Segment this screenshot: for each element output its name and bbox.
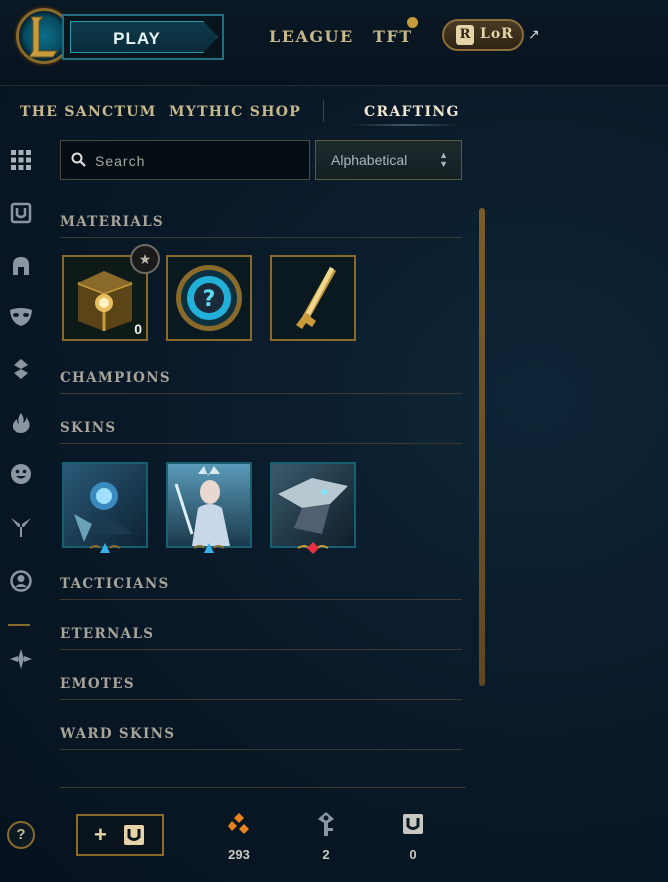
mythic-essence-icon: [401, 812, 425, 841]
search-input[interactable]: [95, 151, 295, 171]
icon-filter-icon[interactable]: [8, 568, 34, 594]
star-badge-icon: ★: [130, 244, 160, 274]
section-skins[interactable]: SKINS: [60, 420, 116, 436]
active-tab-underline: [350, 124, 460, 126]
skin-tile-2[interactable]: [166, 462, 252, 553]
search-box[interactable]: [60, 140, 310, 180]
section-divider: [60, 599, 462, 600]
section-champions[interactable]: CHAMPIONS: [60, 370, 171, 386]
skin-art-2: [168, 464, 250, 546]
skin-art-3: [272, 464, 354, 546]
section-emotes[interactable]: EMOTES: [60, 676, 135, 692]
notification-dot: [407, 17, 418, 28]
help-button[interactable]: ?: [7, 821, 35, 849]
orange-essence-icon: [227, 812, 251, 841]
material-tile-key[interactable]: [270, 255, 356, 341]
nav-tft[interactable]: TFT: [373, 27, 413, 46]
updown-arrows-icon: ▲ ▼: [439, 150, 448, 169]
mystery-orb-icon: ?: [168, 257, 250, 339]
svg-text:?: ?: [203, 287, 216, 312]
add-essence-button[interactable]: +: [76, 814, 164, 856]
mythic-essence-icon: [122, 823, 146, 852]
section-tacticians[interactable]: TACTICIANS: [60, 576, 170, 592]
section-divider: [60, 443, 462, 444]
grid-icon[interactable]: [8, 147, 34, 173]
emote-face-icon[interactable]: [8, 461, 34, 487]
tab-the-sanctum[interactable]: THE SANCTUM: [20, 104, 157, 120]
legendary-rarity-icon: [297, 542, 329, 554]
search-icon: [71, 152, 86, 172]
lor-logo-icon: R: [456, 25, 474, 45]
tactician-icon[interactable]: [8, 356, 34, 382]
top-bar: PLAY LEAGUE TFT R LoR ↗: [0, 0, 668, 86]
mythic-essence-value: 0: [409, 847, 417, 862]
skin-art-1: [64, 464, 146, 546]
sort-dropdown[interactable]: Alphabetical ▲ ▼: [315, 140, 462, 180]
orange-essence-value: 293: [228, 847, 250, 862]
section-divider: [60, 237, 462, 238]
footer-divider: [60, 787, 466, 788]
chest-count: 0: [134, 321, 142, 337]
lor-label: LoR: [480, 26, 514, 42]
external-link-icon[interactable]: ↗: [528, 26, 540, 43]
key-fragment-icon: [316, 811, 336, 842]
section-divider: [60, 649, 462, 650]
play-button[interactable]: PLAY: [62, 14, 224, 60]
section-divider: [60, 699, 462, 700]
ward-skin-icon[interactable]: [8, 514, 34, 540]
section-divider: [60, 393, 462, 394]
plus-label: +: [94, 822, 107, 847]
material-tile-mystery[interactable]: ?: [166, 255, 252, 341]
nav-league[interactable]: LEAGUE: [269, 27, 354, 46]
skin-tile-1[interactable]: [62, 462, 148, 553]
tab-mythic-shop[interactable]: MYTHIC SHOP: [169, 104, 301, 120]
section-ward-skins[interactable]: WARD SKINS: [60, 726, 175, 742]
section-divider: [60, 749, 462, 750]
subnav-divider: [323, 100, 324, 122]
lor-button[interactable]: R LoR: [442, 19, 524, 51]
other-filter-icon[interactable]: [8, 646, 34, 672]
scrollbar[interactable]: [479, 208, 485, 686]
rail-divider: [8, 624, 30, 626]
section-materials[interactable]: MATERIALS: [60, 214, 164, 230]
key-icon: [272, 257, 354, 339]
essence-filter-icon[interactable]: [8, 200, 34, 226]
skin-mask-icon[interactable]: [8, 304, 34, 330]
epic-rarity-icon: [89, 543, 121, 553]
play-label: PLAY: [113, 29, 161, 48]
sort-selected-value: Alphabetical: [331, 152, 408, 168]
section-eternals[interactable]: ETERNALS: [60, 626, 154, 642]
tab-crafting[interactable]: CRAFTING: [364, 104, 460, 120]
key-fragment-value: 2: [322, 847, 330, 862]
champion-helmet-icon[interactable]: [8, 253, 34, 279]
skin-tile-3[interactable]: [270, 462, 356, 554]
eternals-flame-icon[interactable]: [8, 410, 34, 436]
epic-rarity-icon: [193, 543, 225, 553]
